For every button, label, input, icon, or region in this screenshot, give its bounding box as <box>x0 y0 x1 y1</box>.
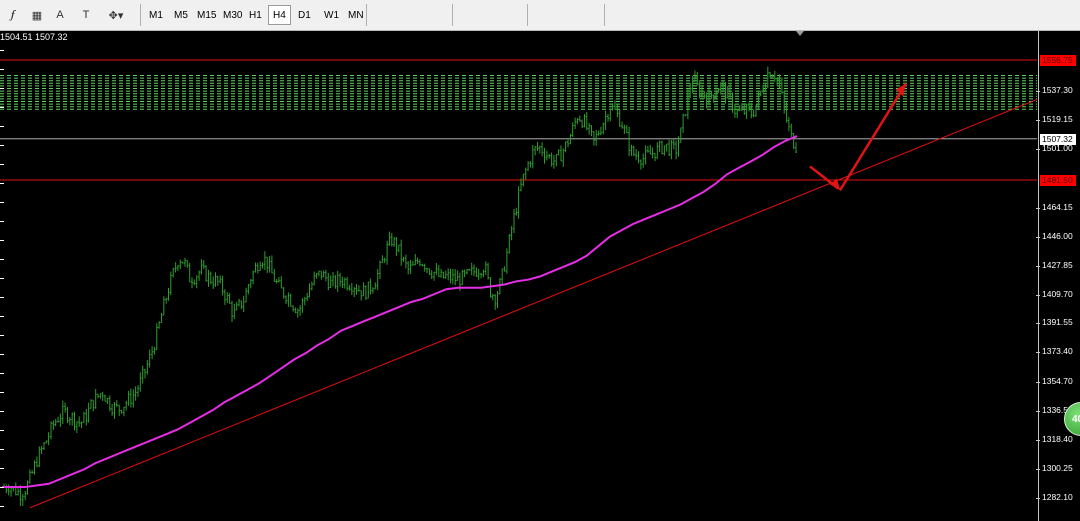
left-scale-mark <box>0 487 4 488</box>
up-arrow-shaft <box>838 82 908 192</box>
price-tick-label: 1282.10 <box>1036 492 1073 502</box>
price-chart[interactable] <box>0 0 1038 521</box>
level-price-label: 1481.50 <box>1040 175 1076 186</box>
price-axis[interactable] <box>1038 31 1080 521</box>
left-scale-mark <box>0 69 4 70</box>
price-tick-label: 1464.15 <box>1036 201 1073 212</box>
moving-average-line <box>2 135 798 488</box>
left-scale-mark <box>0 335 4 336</box>
support-trendline <box>29 99 1038 509</box>
left-scale-mark <box>0 468 4 469</box>
left-scale-mark <box>0 506 4 507</box>
price-tick-label: 1391.55 <box>1036 317 1073 328</box>
left-scale-mark <box>0 126 4 127</box>
left-scale-mark <box>0 240 4 241</box>
left-scale-mark <box>0 202 4 203</box>
current-price-label: 1507.32 <box>1040 133 1076 145</box>
price-tick-label: 1519.15 <box>1036 113 1073 124</box>
price-tick-label: 1427.85 <box>1036 259 1073 270</box>
left-scale-mark <box>0 449 4 450</box>
left-scale-mark <box>0 316 4 317</box>
left-scale-mark <box>0 373 4 374</box>
price-tick-label: 1354.70 <box>1036 376 1073 387</box>
left-scale-mark <box>0 88 4 89</box>
left-scale-mark <box>0 297 4 298</box>
left-scale-mark <box>0 221 4 222</box>
left-scale <box>0 44 5 521</box>
left-scale-mark <box>0 430 4 431</box>
left-scale-mark <box>0 164 4 165</box>
left-scale-mark <box>0 259 4 260</box>
level-price-label: 1556.75 <box>1040 55 1076 66</box>
left-scale-mark <box>0 145 4 146</box>
left-scale-mark <box>0 354 4 355</box>
left-scale-mark <box>0 50 4 51</box>
price-tick-label: 1300.25 <box>1036 463 1073 474</box>
left-scale-mark <box>0 278 4 279</box>
left-scale-mark <box>0 183 4 184</box>
price-tick-label: 1318.40 <box>1036 434 1073 445</box>
price-tick-label: 1373.40 <box>1036 346 1073 357</box>
left-scale-mark <box>0 411 4 412</box>
left-scale-mark <box>0 107 4 108</box>
price-tick-label: 1537.30 <box>1036 85 1073 96</box>
price-tick-label: 1409.70 <box>1036 288 1073 299</box>
price-tick-label: 1446.00 <box>1036 230 1073 241</box>
left-scale-mark <box>0 392 4 393</box>
